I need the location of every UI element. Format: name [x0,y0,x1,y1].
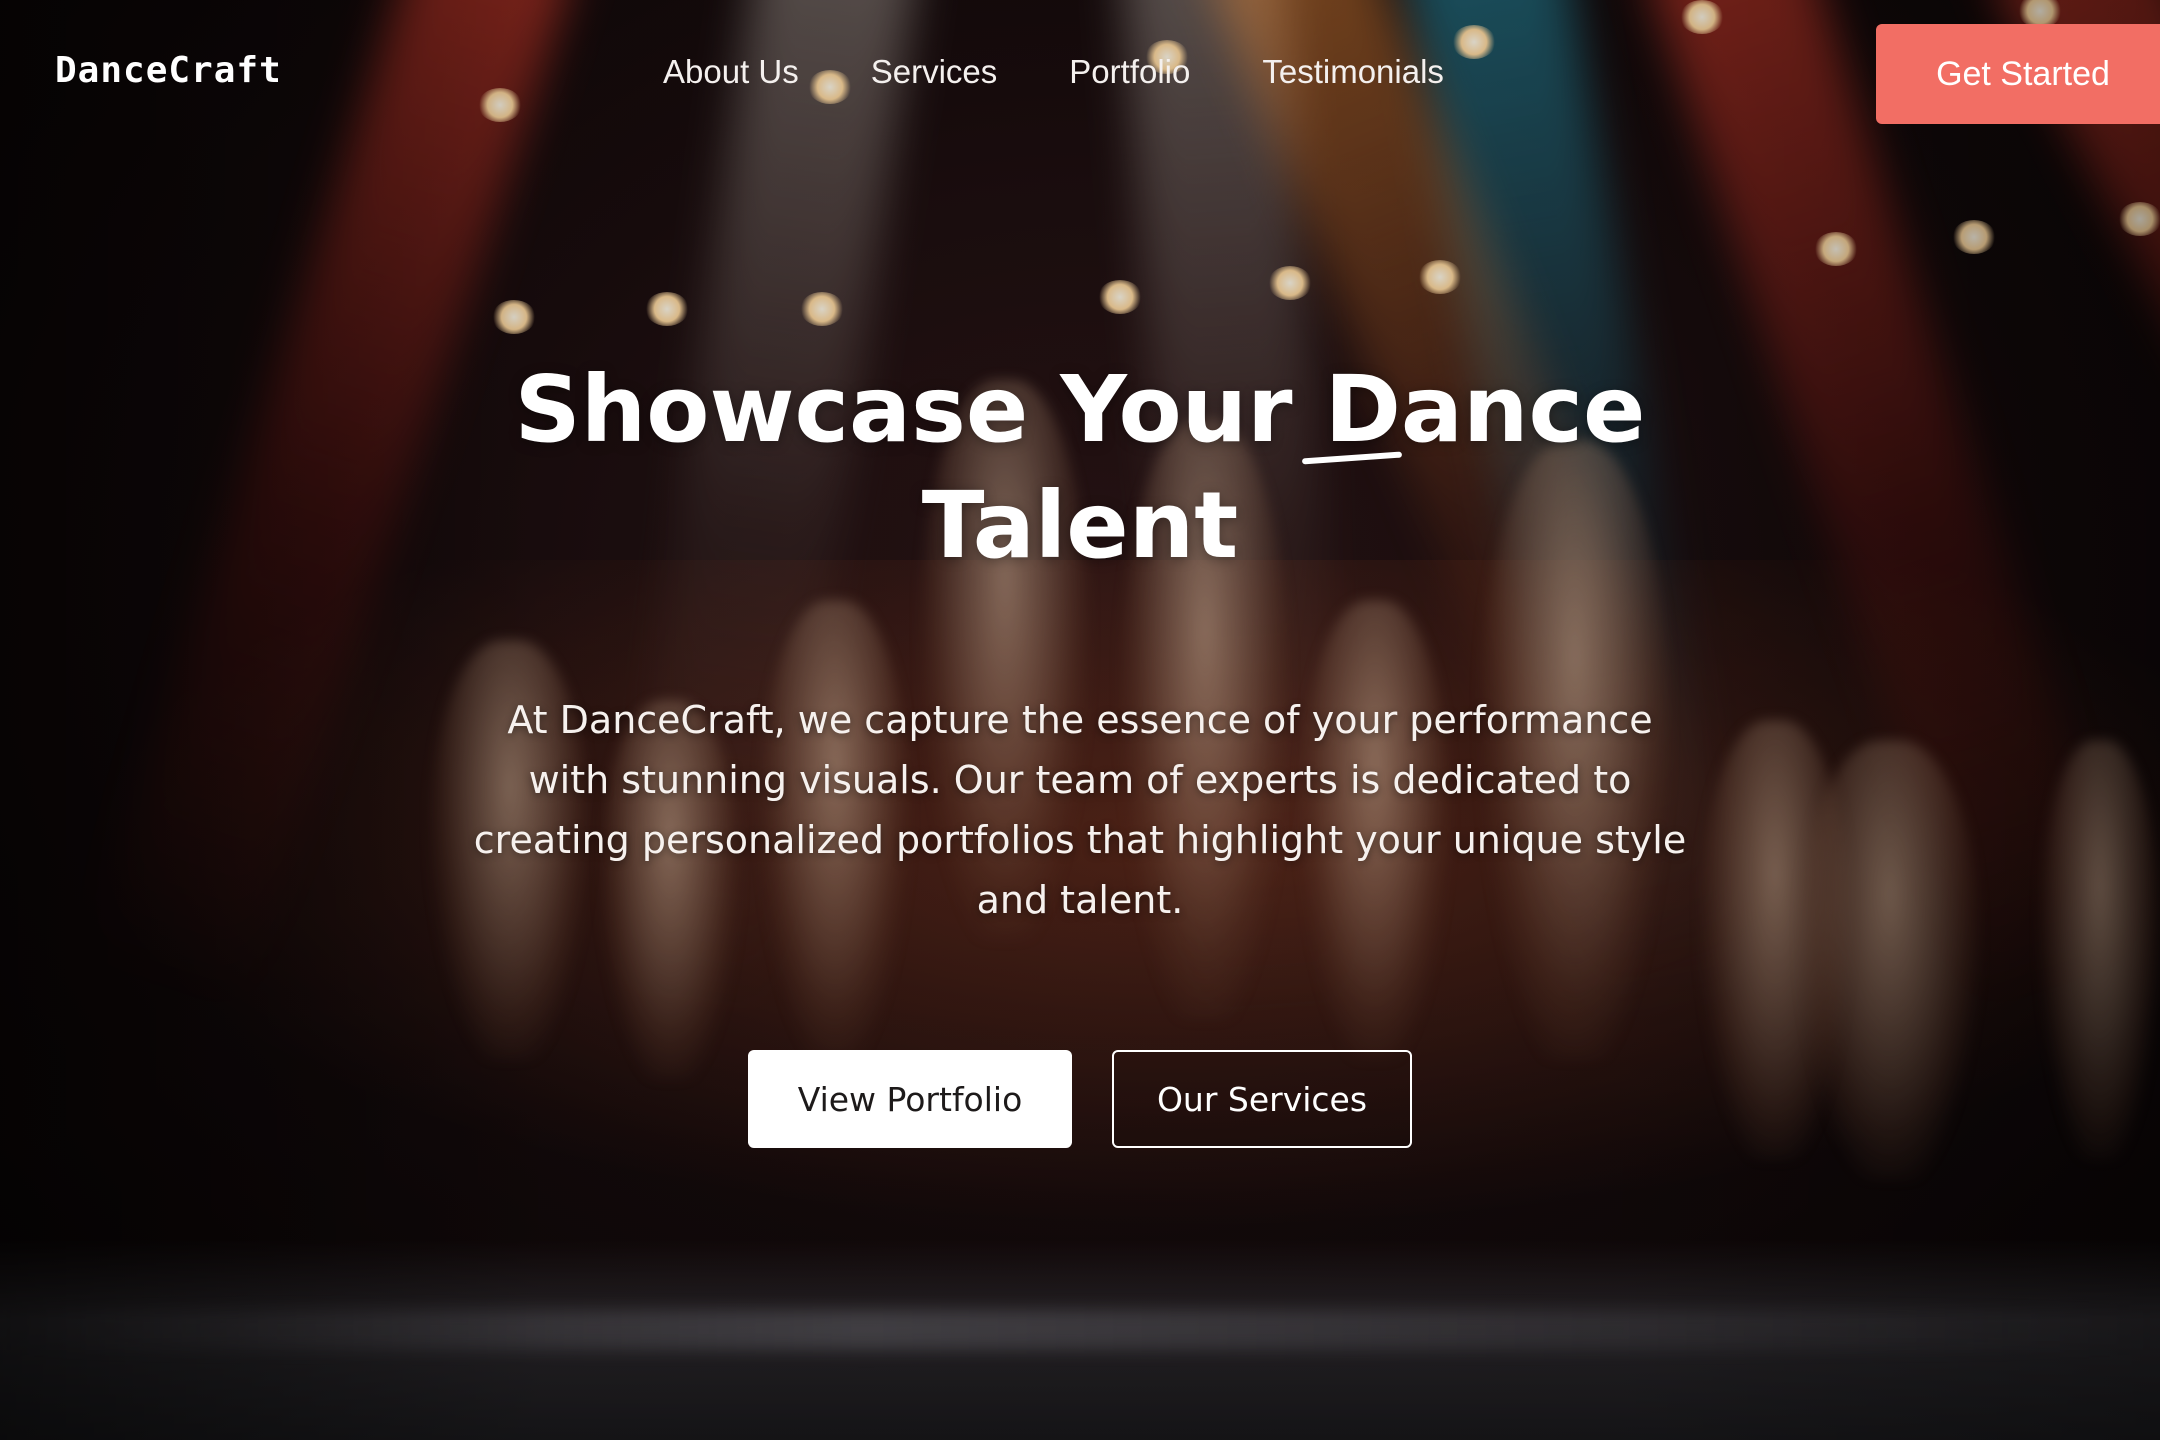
nav-link-about-us[interactable]: About Us [663,50,799,94]
nav-link-portfolio[interactable]: Portfolio [1069,50,1190,94]
main-nav: About Us Services Portfolio Testimonials [663,50,1444,94]
get-started-button[interactable]: Get Started [1876,24,2160,124]
nav-link-services[interactable]: Services [871,50,998,94]
site-logo[interactable]: DanceCraft [55,50,282,91]
hero-title-line-1: Showcase Your Dance [514,356,1646,463]
our-services-button[interactable]: Our Services [1112,1050,1412,1148]
view-portfolio-button[interactable]: View Portfolio [748,1050,1072,1148]
nav-link-testimonials[interactable]: Testimonials [1262,50,1444,94]
hero-description: At DanceCraft, we capture the essence of… [473,698,1687,922]
hero-title: Showcase Your Dance Talent [380,352,1780,584]
site-header: DanceCraft About Us Services Portfolio T… [0,0,2160,146]
hero-title-line-2: Talent [921,472,1239,579]
